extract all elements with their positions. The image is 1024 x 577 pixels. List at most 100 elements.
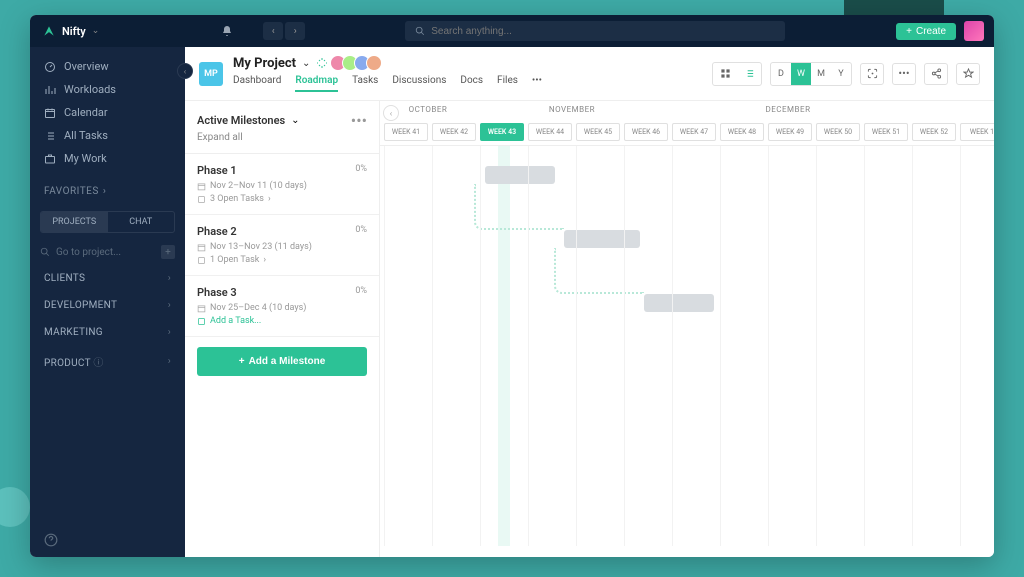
chevron-right-icon: › (103, 186, 107, 197)
milestones-title: Active Milestones (197, 114, 285, 127)
chevron-down-icon: ⌄ (92, 26, 100, 36)
week-cell[interactable]: WEEK 51 (864, 123, 908, 141)
logo[interactable]: Nifty ⌄ (30, 24, 111, 38)
search-bar[interactable] (405, 21, 785, 41)
connector (474, 184, 564, 230)
goto-project-label[interactable]: Go to project... (56, 247, 121, 258)
create-button[interactable]: + Create (896, 23, 956, 40)
timeline-prev-button[interactable]: ‹ (383, 105, 399, 121)
search-icon (40, 247, 50, 257)
milestone-pct: 0% (355, 225, 367, 235)
week-cell[interactable]: WEEK 48 (720, 123, 764, 141)
milestone-pct: 0% (355, 286, 367, 296)
plus-icon: + (239, 356, 245, 367)
user-avatar[interactable] (964, 21, 984, 41)
milestone-pct: 0% (355, 164, 367, 174)
nav-all-tasks[interactable]: All Tasks (30, 124, 185, 147)
week-cell[interactable]: WEEK 43 (480, 123, 524, 141)
list-view-button[interactable] (737, 63, 761, 85)
week-cell[interactable]: WEEK 52 (912, 123, 956, 141)
week-cell[interactable]: WEEK 49 (768, 123, 812, 141)
gantt-bar-phase-1[interactable] (485, 166, 555, 184)
calendar-icon (44, 107, 56, 119)
chevron-right-icon: › (268, 194, 271, 204)
milestones-options[interactable]: ••• (351, 111, 367, 130)
week-cell[interactable]: WEEK 1 (960, 123, 994, 141)
chevron-down-icon[interactable]: ⌄ (302, 58, 310, 69)
task-icon (197, 195, 206, 204)
tab-dashboard[interactable]: Dashboard (233, 75, 281, 92)
scale-month-button[interactable]: M (811, 63, 831, 85)
nav-workloads[interactable]: Workloads (30, 78, 185, 101)
calendar-icon (197, 304, 206, 313)
chevron-right-icon: › (168, 300, 171, 311)
scale-week-button[interactable]: W (791, 63, 811, 85)
collapse-sidebar-button[interactable]: ‹ (177, 63, 193, 79)
milestone-card[interactable]: 0% Phase 3 Nov 25–Dec 4 (10 days) Add a … (185, 276, 379, 337)
milestone-title: Phase 3 (197, 286, 367, 299)
week-cell[interactable]: WEEK 50 (816, 123, 860, 141)
nav-my-work[interactable]: My Work (30, 147, 185, 170)
expand-all-button[interactable]: Expand all (197, 132, 367, 143)
tab-tasks[interactable]: Tasks (352, 75, 378, 92)
workspace-marketing[interactable]: MARKETING › (30, 319, 185, 346)
week-cell[interactable]: WEEK 42 (432, 123, 476, 141)
sidebar: ‹ Overview Workloads Calendar All Tasks (30, 47, 185, 557)
grid-line (432, 146, 433, 546)
add-task-link[interactable]: Add a Task... (197, 316, 367, 326)
tab-discussions[interactable]: Discussions (392, 75, 446, 92)
calendar-icon (197, 243, 206, 252)
scale-year-button[interactable]: Y (831, 63, 851, 85)
gantt-bar-phase-3[interactable] (644, 294, 714, 312)
tab-chat[interactable]: CHAT (108, 212, 175, 232)
milestone-tasks-link[interactable]: 3 Open Tasks› (197, 194, 367, 204)
grid-line (864, 146, 865, 546)
tab-files[interactable]: Files (497, 75, 518, 92)
focus-button[interactable] (860, 63, 884, 85)
help-button[interactable] (30, 523, 185, 557)
notifications-icon[interactable] (221, 25, 233, 37)
grid-view-button[interactable] (713, 63, 737, 85)
timeline: ‹ OCTOBER NOVEMBER DECEMBER WEEK 41WEEK … (380, 101, 994, 557)
tab-projects[interactable]: PROJECTS (41, 212, 108, 232)
nav-calendar[interactable]: Calendar (30, 101, 185, 124)
week-cell[interactable]: WEEK 41 (384, 123, 428, 141)
tab-docs[interactable]: Docs (460, 75, 483, 92)
briefcase-icon (44, 153, 56, 165)
workspace-clients[interactable]: CLIENTS › (30, 265, 185, 292)
week-cell[interactable]: WEEK 45 (576, 123, 620, 141)
plus-icon: + (906, 26, 912, 37)
nav-forward-button[interactable]: › (285, 22, 305, 40)
week-cell[interactable]: WEEK 47 (672, 123, 716, 141)
gauge-icon (44, 61, 56, 73)
workspace-product[interactable]: PRODUCT ⓘ › (30, 346, 185, 377)
milestone-tasks-link[interactable]: 1 Open Task› (197, 255, 367, 265)
month-label: DECEMBER (668, 101, 908, 119)
favorite-button[interactable] (956, 63, 980, 85)
chevron-down-icon[interactable]: ⌄ (291, 115, 299, 126)
milestone-card[interactable]: 0% Phase 2 Nov 13–Nov 23 (11 days) 1 Ope… (185, 215, 379, 276)
member-avatars[interactable] (334, 55, 382, 71)
add-milestone-button[interactable]: + Add a Milestone (197, 347, 367, 376)
week-cell[interactable]: WEEK 46 (624, 123, 668, 141)
favorites-header[interactable]: FAVORITES › (30, 178, 185, 205)
tab-more[interactable]: ••• (532, 75, 542, 92)
add-project-button[interactable]: + (161, 245, 175, 259)
milestone-card[interactable]: 0% Phase 1 Nov 2–Nov 11 (10 days) 3 Open… (185, 154, 379, 215)
grid-line (816, 146, 817, 546)
search-input[interactable] (431, 26, 775, 37)
nav-back-button[interactable]: ‹ (263, 22, 283, 40)
week-cell[interactable]: WEEK 44 (528, 123, 572, 141)
grid-line (912, 146, 913, 546)
more-options-button[interactable]: ••• (892, 63, 916, 85)
nav-overview[interactable]: Overview (30, 55, 185, 78)
search-icon (415, 26, 425, 36)
scale-day-button[interactable]: D (771, 63, 791, 85)
workspace-development[interactable]: DEVELOPMENT › (30, 292, 185, 319)
info-icon: ⓘ (93, 358, 103, 369)
share-button[interactable] (924, 63, 948, 85)
grid-line (384, 146, 385, 546)
task-icon (197, 317, 206, 326)
grid-line (480, 146, 481, 546)
tab-roadmap[interactable]: Roadmap (295, 75, 338, 92)
